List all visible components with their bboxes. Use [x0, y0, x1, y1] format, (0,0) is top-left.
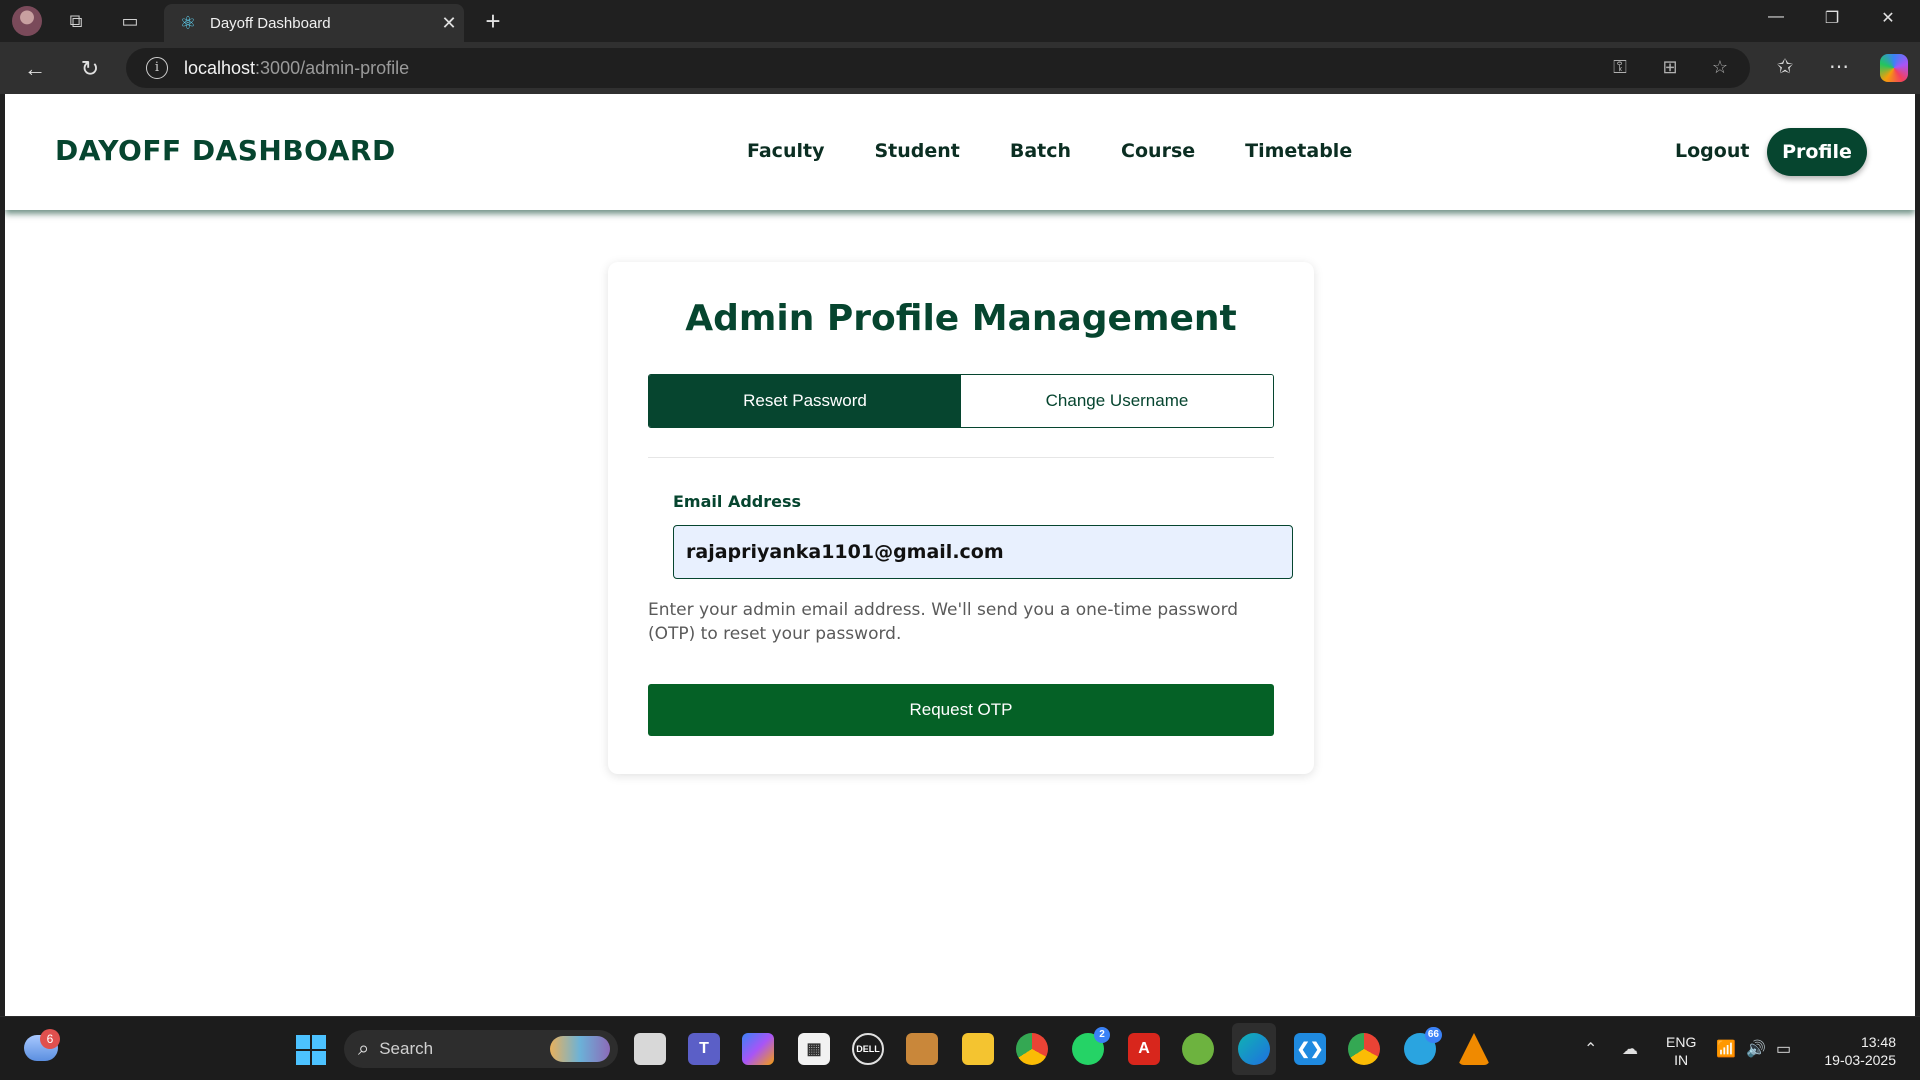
browser-tab[interactable]: ⚛ Dayoff Dashboard ✕	[164, 4, 464, 42]
vscode-icon[interactable]: ❮❯	[1294, 1033, 1326, 1065]
refresh-icon[interactable]: ↻	[75, 54, 105, 84]
tab-change-username[interactable]: Change Username	[961, 375, 1273, 427]
show-hidden-icons-icon[interactable]: ⌃	[1584, 1039, 1597, 1059]
profile-tabs: Reset Password Change Username	[648, 374, 1274, 428]
close-tab-icon[interactable]: ✕	[434, 13, 464, 34]
start-icon[interactable]	[296, 1035, 326, 1065]
divider	[648, 457, 1274, 458]
telegram-icon[interactable]: 66	[1404, 1027, 1442, 1065]
close-window-icon[interactable]: ✕	[1868, 8, 1908, 28]
whatsapp-badge: 2	[1094, 1027, 1110, 1043]
browser-toolbar: ← ↻ i localhost:3000/admin-profile ⚿ ⊞ ☆…	[0, 42, 1920, 94]
logout-link[interactable]: Logout	[1675, 140, 1749, 162]
restore-icon[interactable]: ❐	[1812, 8, 1852, 28]
favorites-icon[interactable]: ✩	[1771, 54, 1799, 82]
whatsapp-icon[interactable]: 2	[1072, 1027, 1110, 1065]
url-path: :3000/admin-profile	[255, 57, 410, 78]
app-navbar: DAYOFF DASHBOARD Faculty Student Batch C…	[5, 94, 1915, 210]
battery-icon[interactable]: ▭	[1776, 1039, 1791, 1059]
volume-icon[interactable]: 🔊	[1746, 1039, 1766, 1059]
minimize-icon[interactable]: —	[1756, 8, 1796, 26]
page-title: Admin Profile Management	[685, 298, 1237, 339]
lang-line1: ENG	[1666, 1034, 1697, 1050]
task-view-icon[interactable]	[634, 1033, 666, 1065]
profile-avatar-icon[interactable]	[12, 6, 42, 36]
url-host: localhost	[184, 57, 256, 78]
nav-batch[interactable]: Batch	[1010, 140, 1071, 162]
copilot-app-icon[interactable]	[742, 1033, 774, 1065]
email-field[interactable]	[673, 525, 1293, 579]
more-icon[interactable]: ⋯	[1825, 54, 1853, 82]
clock-date: 19-03-2025	[1824, 1052, 1896, 1068]
email-label: Email Address	[673, 492, 802, 511]
favorite-star-icon[interactable]: ☆	[1708, 57, 1732, 81]
teams-icon[interactable]: T	[688, 1033, 720, 1065]
telegram-badge: 66	[1424, 1027, 1442, 1043]
workspaces-icon[interactable]: ⧉	[64, 9, 88, 33]
copilot-icon[interactable]	[1880, 54, 1908, 82]
request-otp-button[interactable]: Request OTP	[648, 684, 1274, 736]
email-hint: Enter your admin email address. We'll se…	[648, 600, 1239, 644]
nav-faculty[interactable]: Faculty	[747, 140, 824, 162]
react-favicon-icon: ⚛	[179, 13, 197, 33]
chrome-icon[interactable]	[1016, 1033, 1048, 1065]
nav-course[interactable]: Course	[1121, 140, 1195, 162]
vlc-icon[interactable]	[1458, 1033, 1490, 1065]
edge-icon[interactable]	[1238, 1033, 1270, 1065]
weather-badge: 6	[40, 1029, 60, 1049]
new-tab-icon[interactable]: +	[478, 6, 508, 37]
search-highlight-icon	[550, 1036, 610, 1062]
back-icon[interactable]: ←	[20, 54, 50, 84]
site-info-icon[interactable]: i	[146, 57, 168, 79]
clock[interactable]: 13:48 19-03-2025	[1816, 1033, 1896, 1069]
spring-icon[interactable]	[1182, 1033, 1214, 1065]
wifi-icon[interactable]: 📶	[1716, 1039, 1736, 1059]
brand-title[interactable]: DAYOFF DASHBOARD	[55, 134, 396, 167]
profile-button[interactable]: Profile	[1767, 128, 1867, 176]
lang-line2: IN	[1674, 1052, 1689, 1068]
file-explorer-icon[interactable]	[962, 1033, 994, 1065]
acrobat-icon[interactable]: A	[1128, 1033, 1160, 1065]
game-icon[interactable]	[906, 1033, 938, 1065]
nav-student[interactable]: Student	[874, 140, 959, 162]
key-icon[interactable]: ⚿	[1608, 57, 1632, 81]
main-nav: Faculty Student Batch Course Timetable	[747, 140, 1402, 162]
windows-taskbar: 6 ⌕ Search T ▦ DELL 2 A ❮❯ 66 ⌃ ☁ ENG IN …	[0, 1016, 1920, 1080]
tab-title: Dayoff Dashboard	[210, 14, 331, 32]
admin-profile-card: Admin Profile Management Reset Password …	[608, 262, 1314, 774]
dell-icon[interactable]: DELL	[852, 1033, 884, 1065]
extensions-icon[interactable]: ⊞	[1658, 57, 1682, 81]
taskbar-search[interactable]: ⌕ Search	[344, 1030, 618, 1068]
vertical-tabs-icon[interactable]: ▭	[118, 9, 142, 33]
chrome-profile-icon[interactable]	[1348, 1033, 1380, 1065]
web-page: DAYOFF DASHBOARD Faculty Student Batch C…	[5, 94, 1915, 1016]
clock-time: 13:48	[1860, 1034, 1896, 1050]
browser-titlebar: ⧉ ▭ ⚛ Dayoff Dashboard ✕ + — ❐ ✕	[0, 0, 1920, 42]
tab-reset-password[interactable]: Reset Password	[649, 375, 961, 427]
nav-timetable[interactable]: Timetable	[1245, 140, 1352, 162]
language-indicator[interactable]: ENG IN	[1666, 1033, 1696, 1069]
onedrive-icon[interactable]: ☁	[1622, 1039, 1638, 1059]
address-bar[interactable]: i localhost:3000/admin-profile ⚿ ⊞ ☆	[126, 48, 1750, 88]
search-label: Search	[379, 1039, 434, 1058]
store-icon[interactable]: ▦	[798, 1033, 830, 1065]
search-icon: ⌕	[358, 1037, 370, 1060]
